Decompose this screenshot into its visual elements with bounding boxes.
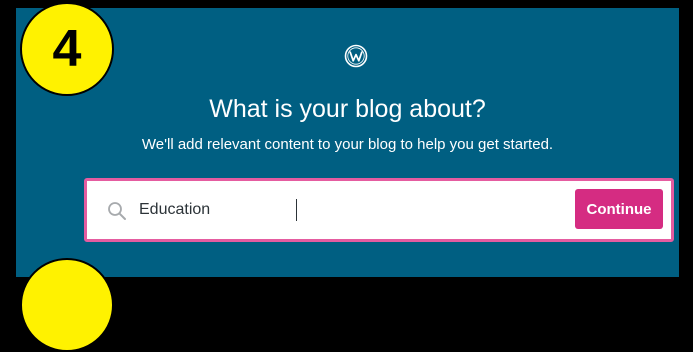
step-number-badge: 4 bbox=[20, 2, 114, 96]
onboarding-panel: What is your blog about? We'll add relev… bbox=[16, 8, 679, 277]
wordpress-logo-icon bbox=[344, 44, 368, 68]
page-subtitle: We'll add relevant content to your blog … bbox=[141, 136, 554, 153]
topic-search-box: Continue bbox=[84, 178, 674, 242]
blog-topic-input[interactable] bbox=[139, 193, 559, 227]
page-title: What is your blog about? bbox=[209, 95, 486, 123]
next-step-badge bbox=[20, 258, 114, 352]
text-caret bbox=[296, 199, 297, 221]
continue-button[interactable]: Continue bbox=[575, 189, 663, 229]
search-icon bbox=[107, 201, 127, 221]
